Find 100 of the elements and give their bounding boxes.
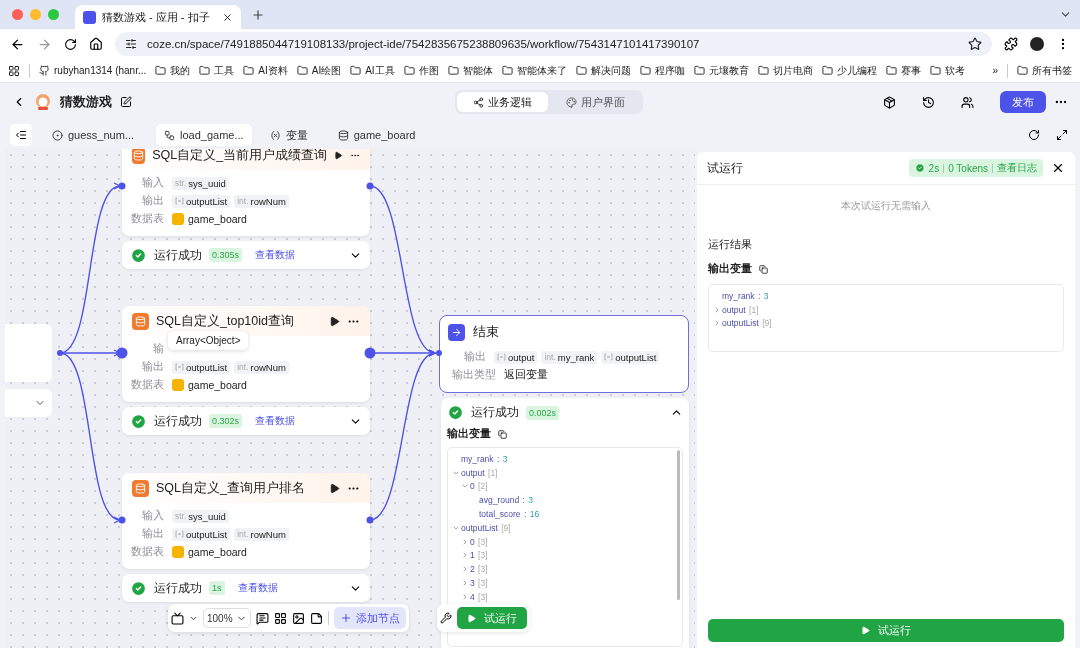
- menu-icon: [15, 129, 27, 141]
- minimize-window-icon[interactable]: [30, 9, 41, 20]
- port[interactable]: [436, 350, 442, 356]
- end-node-card[interactable]: 结束 输出 output int. my_rank outputList 输出类型 返回变量: [439, 315, 689, 393]
- database-icon: [132, 312, 149, 330]
- tree-value: 3: [501, 453, 508, 464]
- caret-icon[interactable]: [461, 565, 469, 574]
- mode-tab[interactable]: 用户界面: [550, 92, 641, 112]
- row-label: 输入: [141, 176, 164, 190]
- package-icon: [883, 95, 896, 109]
- folder-icon: [447, 65, 459, 76]
- circle-icon: [52, 129, 63, 141]
- parameter-tag: output: [494, 350, 538, 364]
- caret-icon[interactable]: [461, 537, 469, 546]
- parameter-tag: outputList: [172, 194, 231, 208]
- bookmark[interactable]: 工具: [199, 63, 235, 78]
- port[interactable]: [366, 516, 374, 524]
- folder-icon: [639, 65, 651, 76]
- bookmark[interactable]: 作图: [403, 63, 439, 78]
- tree-count: [2]: [477, 481, 488, 492]
- history-icon: [922, 95, 935, 109]
- zoom-select[interactable]: 100%: [203, 608, 251, 628]
- bookmark[interactable]: 程序咖: [639, 63, 685, 78]
- port[interactable]: [57, 350, 63, 356]
- tree-count: [1]: [487, 467, 498, 478]
- address-field[interactable]: coze.cn/space/7491885044719108133/project-ide/7542835675238809635/workflow/7543147101417390107: [115, 32, 992, 56]
- node-title: 结束: [473, 323, 500, 341]
- separator: :: [521, 495, 525, 506]
- table-name: game_board: [188, 546, 247, 558]
- app-title: 猜数游戏: [60, 93, 112, 111]
- mode-tab[interactable]: 业务逻辑: [457, 92, 548, 112]
- refresh-icon: [1028, 129, 1040, 141]
- view-data-link[interactable]: 查看数据: [255, 414, 296, 428]
- caret-icon[interactable]: [713, 305, 721, 314]
- result-bar[interactable]: 运行成功 0.302s 查看数据: [122, 407, 370, 435]
- scrollbar[interactable]: [677, 450, 680, 600]
- folder-icon: [243, 65, 255, 76]
- tree-count: [3]: [477, 591, 488, 602]
- tree-key: output: [722, 304, 746, 315]
- bookmark[interactable]: 赛事: [885, 63, 921, 78]
- browser-tab[interactable]: 猜数游戏 - 应用 - 扣子: [75, 5, 241, 29]
- caret-icon[interactable]: [713, 319, 721, 328]
- play-icon: [329, 482, 340, 494]
- reload-icon: [64, 37, 77, 51]
- plus-icon: [339, 612, 352, 624]
- overflow-icon[interactable]: »: [992, 65, 998, 76]
- parameter-tag: outputList: [172, 360, 231, 374]
- tree-count: [3]: [477, 578, 488, 589]
- port[interactable]: [118, 516, 126, 524]
- port[interactable]: [118, 182, 126, 190]
- close-window-icon[interactable]: [12, 9, 23, 20]
- row-label: 输出: [141, 360, 164, 374]
- play-icon: [334, 149, 343, 161]
- node-card[interactable]: SQL自定义_查询用户排名 输入 str. sys_uuid 输出 outputList int. rowNum 数据表 game_board: [122, 473, 370, 569]
- tree-key: output: [461, 467, 485, 478]
- port[interactable]: [366, 182, 374, 190]
- bookmark[interactable]: 我的: [155, 63, 191, 78]
- brackets-icon: [175, 197, 184, 205]
- caret-icon[interactable]: [461, 592, 469, 601]
- check-icon: [447, 404, 464, 421]
- add-node-button[interactable]: 添加节点: [333, 607, 406, 629]
- bookmark[interactable]: 智能体来了: [501, 63, 567, 78]
- node-card[interactable]: [5, 324, 52, 382]
- bookmark[interactable]: AI工具: [350, 63, 395, 78]
- bookmark[interactable]: 软考: [929, 63, 965, 78]
- bookmark[interactable]: rubyhan1314 (hanr...: [39, 65, 147, 76]
- bookmark[interactable]: 所有书签: [1017, 63, 1072, 78]
- result-bar[interactable]: 运行成功 1s 查看数据: [122, 574, 370, 602]
- publish-button[interactable]: 发布: [1000, 91, 1046, 113]
- section-title: 输出变量: [708, 262, 752, 276]
- tree-key: 4: [470, 591, 475, 602]
- bookmark[interactable]: 解决问题: [575, 63, 631, 78]
- profile-icon[interactable]: [1030, 37, 1044, 51]
- result-bar[interactable]: 运行成功 0.305s 查看数据: [122, 241, 370, 269]
- workflow-tab[interactable]: 变量: [261, 124, 316, 146]
- bookmark[interactable]: 切片电商: [757, 63, 813, 78]
- close-icon: [1051, 161, 1065, 175]
- hint-text: 本次试运行无需输入: [841, 199, 931, 213]
- port[interactable]: [364, 347, 376, 359]
- workflow-tab[interactable]: game_board: [329, 124, 424, 146]
- edit-icon: [120, 96, 132, 108]
- bookmark[interactable]: 智能体: [447, 63, 493, 78]
- bookmark[interactable]: 少儿编程: [821, 63, 877, 78]
- workflow-tab[interactable]: guess_num...: [44, 124, 143, 146]
- bookmark[interactable]: AI资料: [243, 63, 288, 78]
- maximize-window-icon[interactable]: [48, 9, 59, 20]
- bookmark[interactable]: AI绘图: [296, 63, 342, 78]
- menu-button[interactable]: [10, 124, 32, 146]
- row-label: 输入: [141, 509, 164, 523]
- row-label: 输出: [141, 194, 164, 208]
- port[interactable]: [116, 347, 128, 359]
- nodes-icon: [473, 96, 484, 108]
- parameter-tag: int. rowNum: [234, 527, 289, 541]
- view-data-link[interactable]: 查看数据: [237, 581, 278, 595]
- caret-icon[interactable]: [461, 551, 469, 560]
- caret-icon[interactable]: [461, 579, 469, 588]
- view-data-link[interactable]: 查看数据: [255, 248, 296, 262]
- bookmark[interactable]: 元壤教育: [693, 63, 749, 78]
- row-label: 数据表: [130, 545, 164, 559]
- workflow-tab[interactable]: load_game...: [156, 124, 252, 146]
